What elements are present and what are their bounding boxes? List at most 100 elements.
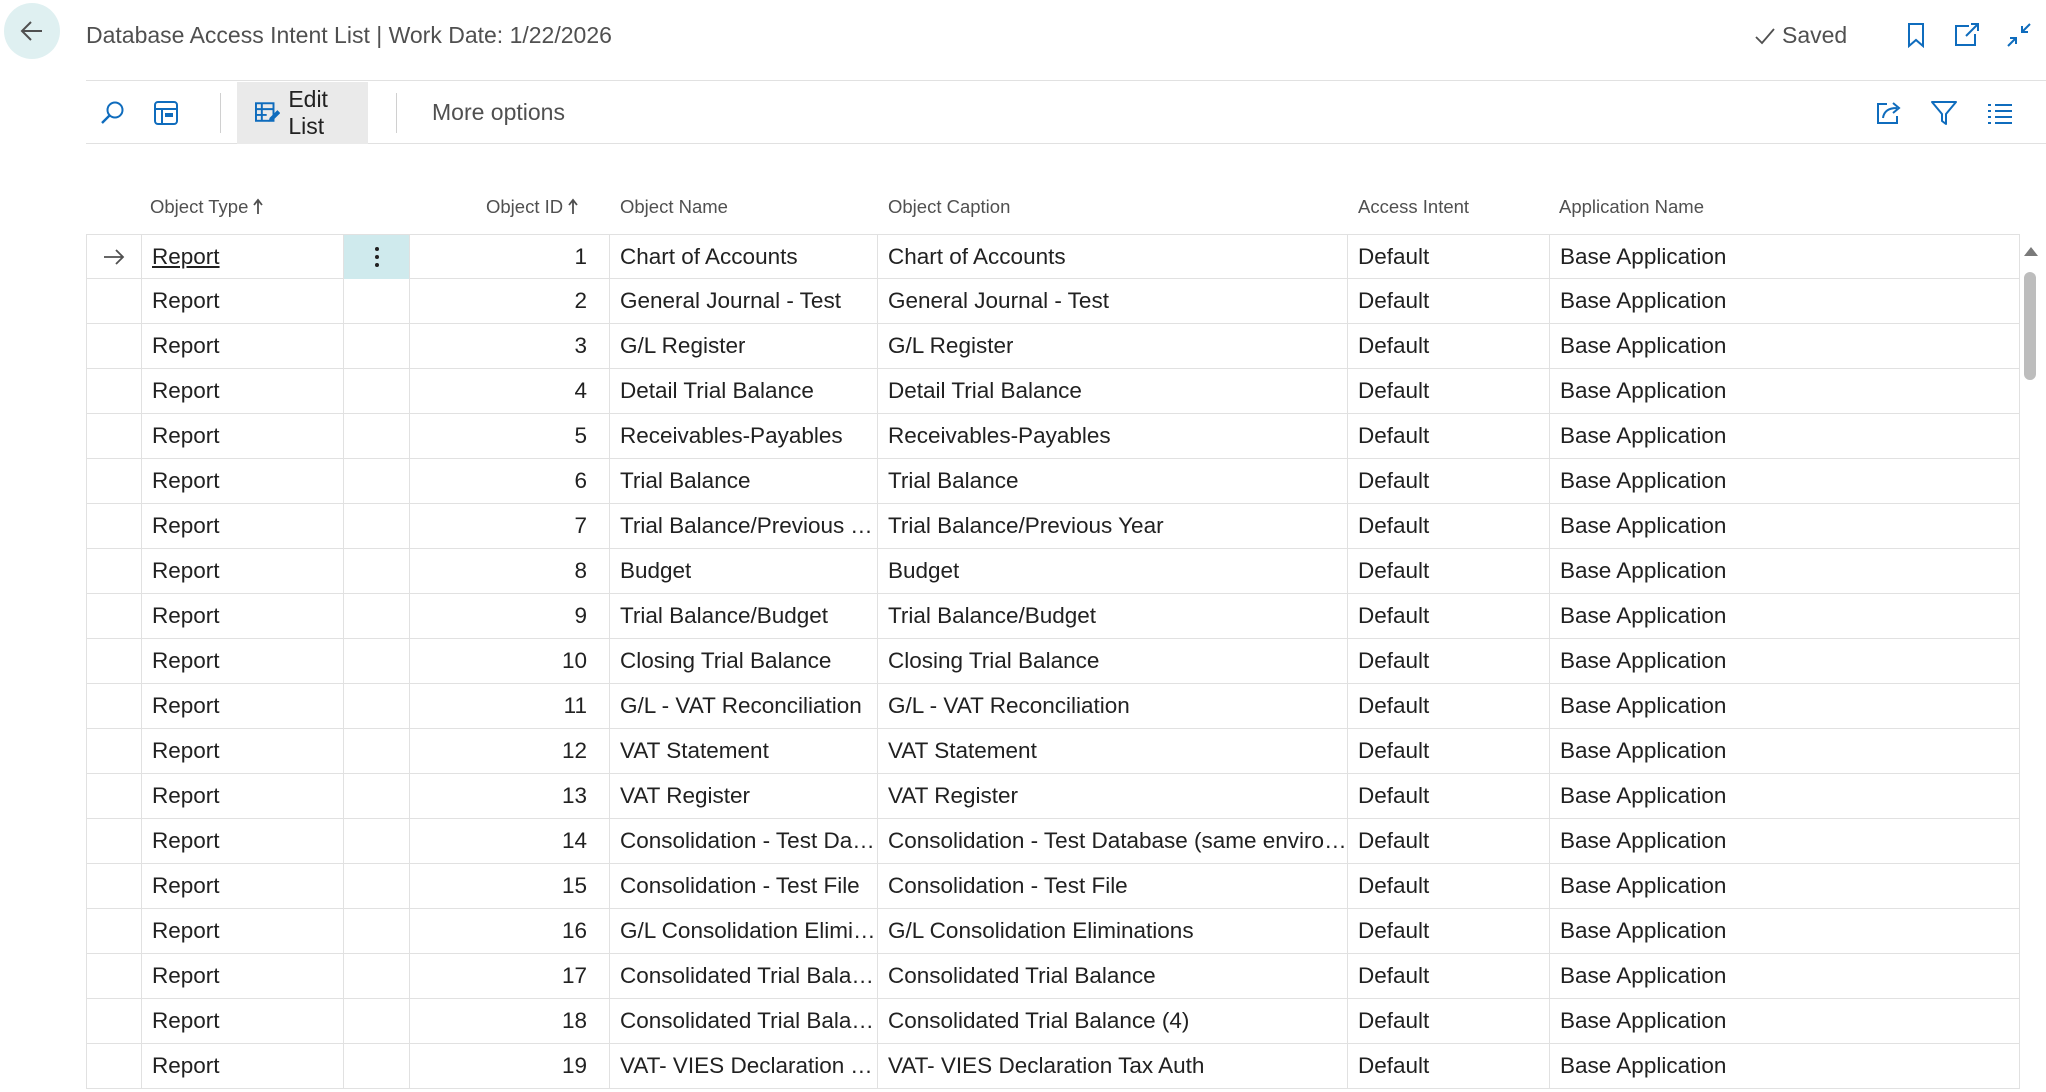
collapse-button[interactable]	[2002, 18, 2036, 52]
table-row[interactable]: Report 6 Trial Balance Trial Balance Def…	[86, 459, 2020, 504]
table-row[interactable]: Report 12 VAT Statement VAT Statement De…	[86, 729, 2020, 774]
table-row[interactable]: Report 9 Trial Balance/Budget Trial Bala…	[86, 594, 2020, 639]
table-row[interactable]: Report 1 Chart of Accounts Chart of Acco…	[86, 234, 2020, 279]
column-header-object-type[interactable]: Object Type	[150, 196, 264, 218]
row-menu-button[interactable]	[344, 504, 410, 548]
cell-application-name: Base Application	[1550, 549, 2020, 593]
list-view-button[interactable]	[1982, 95, 2018, 131]
row-menu-button[interactable]	[344, 549, 410, 593]
page-title: Database Access Intent List | Work Date:…	[86, 22, 612, 48]
table-row[interactable]: Report 14 Consolidation - Test Database …	[86, 819, 2020, 864]
cell-access-intent[interactable]: Default	[1348, 909, 1550, 953]
cell-object-name: G/L Consolidation Eliminations	[610, 909, 878, 953]
more-options-button[interactable]: More options	[432, 81, 565, 143]
share-button[interactable]	[1871, 95, 1907, 131]
cell-access-intent[interactable]: Default	[1348, 1044, 1550, 1088]
table-row[interactable]: Report 3 G/L Register G/L Register Defau…	[86, 324, 2020, 369]
table-row[interactable]: Report 16 G/L Consolidation Eliminations…	[86, 909, 2020, 954]
cell-access-intent[interactable]: Default	[1348, 999, 1550, 1043]
cell-access-intent[interactable]: Default	[1348, 774, 1550, 818]
cell-object-name: Consolidation - Test Database	[610, 819, 878, 863]
filter-button[interactable]	[1926, 95, 1962, 131]
cell-access-intent[interactable]: Default	[1348, 279, 1550, 323]
bookmark-button[interactable]	[1899, 18, 1933, 52]
cell-object-caption: Detail Trial Balance	[878, 369, 1348, 413]
scroll-up-button[interactable]	[2022, 242, 2040, 260]
cell-object-caption: Chart of Accounts	[878, 235, 1348, 279]
column-header-object-caption[interactable]: Object Caption	[888, 196, 1010, 218]
cell-object-type[interactable]: Report	[142, 235, 344, 279]
cell-access-intent[interactable]: Default	[1348, 235, 1550, 279]
row-menu-button[interactable]	[344, 324, 410, 368]
table-row[interactable]: Report 17 Consolidated Trial Balance Con…	[86, 954, 2020, 999]
cell-application-name: Base Application	[1550, 369, 2020, 413]
row-menu-button[interactable]	[344, 954, 410, 998]
cell-object-type: Report	[142, 684, 344, 728]
column-header-object-name[interactable]: Object Name	[620, 196, 728, 218]
row-indicator	[86, 324, 142, 368]
row-menu-button[interactable]	[344, 639, 410, 683]
cell-access-intent[interactable]: Default	[1348, 954, 1550, 998]
column-header-application-name[interactable]: Application Name	[1559, 196, 1704, 218]
table-row[interactable]: Report 4 Detail Trial Balance Detail Tri…	[86, 369, 2020, 414]
cell-access-intent[interactable]: Default	[1348, 459, 1550, 503]
row-menu-button[interactable]	[344, 774, 410, 818]
table-row[interactable]: Report 15 Consolidation - Test File Cons…	[86, 864, 2020, 909]
cell-object-id: 1	[410, 235, 610, 279]
row-menu-button[interactable]	[344, 1044, 410, 1088]
table-row[interactable]: Report 8 Budget Budget Default Base Appl…	[86, 549, 2020, 594]
search-button[interactable]	[94, 95, 130, 131]
cell-access-intent[interactable]: Default	[1348, 639, 1550, 683]
row-menu-button[interactable]	[344, 369, 410, 413]
cell-access-intent[interactable]: Default	[1348, 594, 1550, 638]
table-row[interactable]: Report 7 Trial Balance/Previous Year Tri…	[86, 504, 2020, 549]
cell-access-intent[interactable]: Default	[1348, 729, 1550, 773]
vertical-scrollbar-thumb[interactable]	[2024, 272, 2036, 380]
cell-access-intent[interactable]: Default	[1348, 864, 1550, 908]
cell-object-caption: G/L Consolidation Eliminations	[878, 909, 1348, 953]
row-menu-button[interactable]	[344, 459, 410, 503]
row-menu-button[interactable]	[344, 999, 410, 1043]
arrow-left-icon	[20, 21, 42, 41]
row-menu-button[interactable]	[344, 414, 410, 458]
row-menu-button[interactable]	[344, 909, 410, 953]
cell-object-caption: Receivables-Payables	[878, 414, 1348, 458]
cell-access-intent[interactable]: Default	[1348, 684, 1550, 728]
cell-object-caption: Trial Balance	[878, 459, 1348, 503]
cell-object-id: 6	[410, 459, 610, 503]
row-menu-button[interactable]	[344, 235, 410, 279]
row-indicator	[86, 549, 142, 593]
cell-access-intent[interactable]: Default	[1348, 549, 1550, 593]
back-button[interactable]	[4, 3, 60, 59]
cell-application-name: Base Application	[1550, 954, 2020, 998]
cell-access-intent[interactable]: Default	[1348, 819, 1550, 863]
cell-object-type: Report	[142, 1044, 344, 1088]
filter-pane-button[interactable]	[148, 95, 184, 131]
open-new-window-button[interactable]	[1950, 18, 1984, 52]
cell-access-intent[interactable]: Default	[1348, 504, 1550, 548]
row-indicator	[86, 954, 142, 998]
edit-list-button[interactable]: Edit List	[237, 82, 368, 144]
table-row[interactable]: Report 10 Closing Trial Balance Closing …	[86, 639, 2020, 684]
row-menu-button[interactable]	[344, 819, 410, 863]
row-menu-button[interactable]	[344, 729, 410, 773]
cell-application-name: Base Application	[1550, 594, 2020, 638]
table-row[interactable]: Report 11 G/L - VAT Reconciliation G/L -…	[86, 684, 2020, 729]
table-row[interactable]: Report 13 VAT Register VAT Register Defa…	[86, 774, 2020, 819]
row-menu-button[interactable]	[344, 279, 410, 323]
column-header-object-id[interactable]: Object ID	[486, 196, 579, 218]
row-menu-button[interactable]	[344, 864, 410, 908]
table-row[interactable]: Report 18 Consolidated Trial Balance (4)…	[86, 999, 2020, 1044]
row-menu-button[interactable]	[344, 684, 410, 728]
cell-object-name: VAT Register	[610, 774, 878, 818]
cell-object-name: Trial Balance/Budget	[610, 594, 878, 638]
table-row[interactable]: Report 2 General Journal - Test General …	[86, 279, 2020, 324]
table-row[interactable]: Report 5 Receivables-Payables Receivable…	[86, 414, 2020, 459]
cell-access-intent[interactable]: Default	[1348, 369, 1550, 413]
cell-access-intent[interactable]: Default	[1348, 414, 1550, 458]
cell-access-intent[interactable]: Default	[1348, 324, 1550, 368]
cell-object-name: Trial Balance	[610, 459, 878, 503]
column-header-access-intent[interactable]: Access Intent	[1358, 196, 1469, 218]
table-row[interactable]: Report 19 VAT- VIES Declaration Tax Auth…	[86, 1044, 2020, 1089]
row-menu-button[interactable]	[344, 594, 410, 638]
